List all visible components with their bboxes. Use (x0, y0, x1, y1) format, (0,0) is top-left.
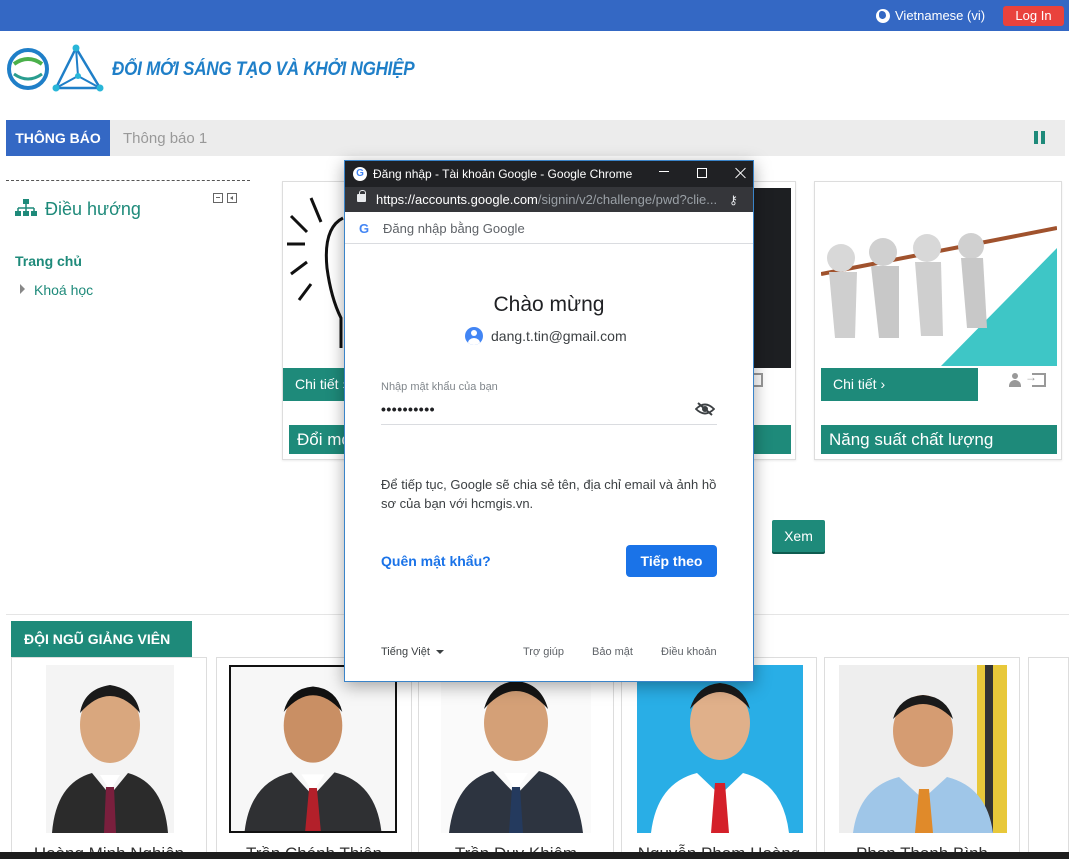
visibility-off-icon[interactable] (695, 402, 715, 416)
password-input[interactable]: •••••••••• (381, 401, 435, 417)
top-navbar: Vietnamese (vi) Log In (0, 0, 1069, 31)
password-underline (381, 424, 717, 425)
lecturer-card[interactable] (1028, 657, 1069, 859)
course-card (742, 181, 796, 460)
nav-courses-link[interactable]: Khoá học (34, 282, 93, 298)
welcome-heading: Chào mừng (493, 293, 605, 316)
lecturer-card[interactable]: Trần Duy Khiêm (418, 657, 614, 859)
account-chip[interactable]: dang.t.tin@gmail.com (465, 327, 627, 345)
password-label: Nhập mật khẩu của bạn (381, 381, 498, 393)
news-ticker-text[interactable]: Thông báo 1 (123, 130, 207, 147)
footer-terms-link[interactable]: Điều khoản (661, 646, 717, 658)
lecturer-photo (637, 665, 803, 833)
lecturer-card[interactable]: Phan Thanh Bình (824, 657, 1020, 859)
view-button[interactable]: Xem (772, 520, 825, 552)
window-titlebar[interactable]: G Đăng nhập - Tài khoản Google - Google … (345, 161, 753, 187)
site-title[interactable]: ĐỔI MỚI SÁNG TẠO VÀ KHỞI NGHIỆP (112, 59, 415, 81)
google-signin-label: Đăng nhập bằng Google (383, 221, 525, 236)
google-g-icon: G (359, 221, 370, 236)
window-title: Đăng nhập - Tài khoản Google - Google Ch… (373, 167, 633, 181)
nav-block-title: Điều hướng (45, 199, 141, 219)
footer-language-select[interactable]: Tiếng Việt (381, 646, 444, 658)
minimize-icon[interactable] (659, 165, 669, 175)
footer-privacy-link[interactable]: Bảo mật (592, 646, 633, 658)
news-bar: THÔNG BÁO Thông báo 1 (6, 120, 1065, 156)
address-bar[interactable]: https://accounts.google.com/signin/v2/ch… (345, 187, 753, 212)
news-tab: THÔNG BÁO (6, 120, 110, 156)
collapse-block-icon[interactable] (213, 193, 223, 203)
lecturer-photo (229, 665, 397, 833)
teamwork-image (821, 188, 1057, 368)
footer-help-link[interactable]: Trợ giúp (523, 646, 564, 658)
lock-icon[interactable] (357, 190, 366, 202)
user-icon[interactable] (1008, 373, 1022, 387)
course-detail-button[interactable]: Chi tiết › (821, 368, 978, 401)
course-title[interactable] (749, 425, 791, 454)
maximize-icon[interactable] (697, 168, 707, 178)
course-image (749, 188, 791, 368)
footer-language-label: Tiếng Việt (381, 646, 430, 658)
sitemap-icon (15, 199, 37, 216)
lecturer-photo (441, 665, 591, 833)
google-signin-popup: G Đăng nhập - Tài khoản Google - Google … (344, 160, 754, 682)
site-logo[interactable] (6, 44, 106, 94)
key-icon[interactable]: ⚷ (729, 193, 738, 207)
lecturer-card[interactable]: Trần Chánh Thiện (216, 657, 412, 859)
enrol-icon[interactable] (1025, 370, 1046, 387)
lecturer-card[interactable]: Hoàng Minh Nghiệp (11, 657, 207, 859)
window-controls (659, 165, 747, 179)
url-text[interactable]: https://accounts.google.com/signin/v2/ch… (376, 192, 716, 207)
close-icon[interactable] (735, 167, 747, 179)
language-selector[interactable]: Vietnamese (vi) (876, 8, 985, 23)
forgot-password-link[interactable]: Quên mật khẩu? (381, 553, 491, 569)
url-host: https://accounts.google.com (376, 192, 538, 207)
lecturer-card[interactable]: Nguyễn Phạm Hoàng (621, 657, 817, 859)
chrome-favicon-icon: G (353, 167, 367, 181)
account-circle-icon (465, 327, 483, 345)
course-title[interactable]: Năng suất chất lượng (821, 425, 1057, 454)
globe-icon (876, 8, 890, 23)
language-label: Vietnamese (vi) (895, 8, 986, 23)
lecturer-photo (839, 665, 1007, 833)
dock-block-icon[interactable] (227, 193, 237, 203)
consent-text: Để tiếp tục, Google sẽ chia sẻ tên, địa … (381, 477, 717, 511)
pause-icon[interactable] (1034, 131, 1046, 144)
bottom-edge (0, 852, 1069, 859)
course-actions (1008, 370, 1046, 387)
nav-divider (6, 180, 250, 181)
login-button[interactable]: Log In (1003, 6, 1064, 26)
course-card: Chi tiết › Năng suất chất lượng (814, 181, 1062, 460)
google-signin-bar: G Đăng nhập bằng Google (345, 212, 753, 244)
account-email: dang.t.tin@gmail.com (491, 328, 627, 344)
url-path: /signin/v2/challenge/pwd?clie... (537, 192, 716, 207)
nav-home-link[interactable]: Trang chủ (15, 253, 82, 269)
lecturer-photo (46, 665, 174, 833)
expand-arrow-icon[interactable] (20, 284, 25, 294)
next-button[interactable]: Tiếp theo (626, 545, 717, 577)
lecturers-section-title: ĐỘI NGŨ GIẢNG VIÊN (11, 621, 192, 657)
caret-down-icon (435, 650, 444, 655)
